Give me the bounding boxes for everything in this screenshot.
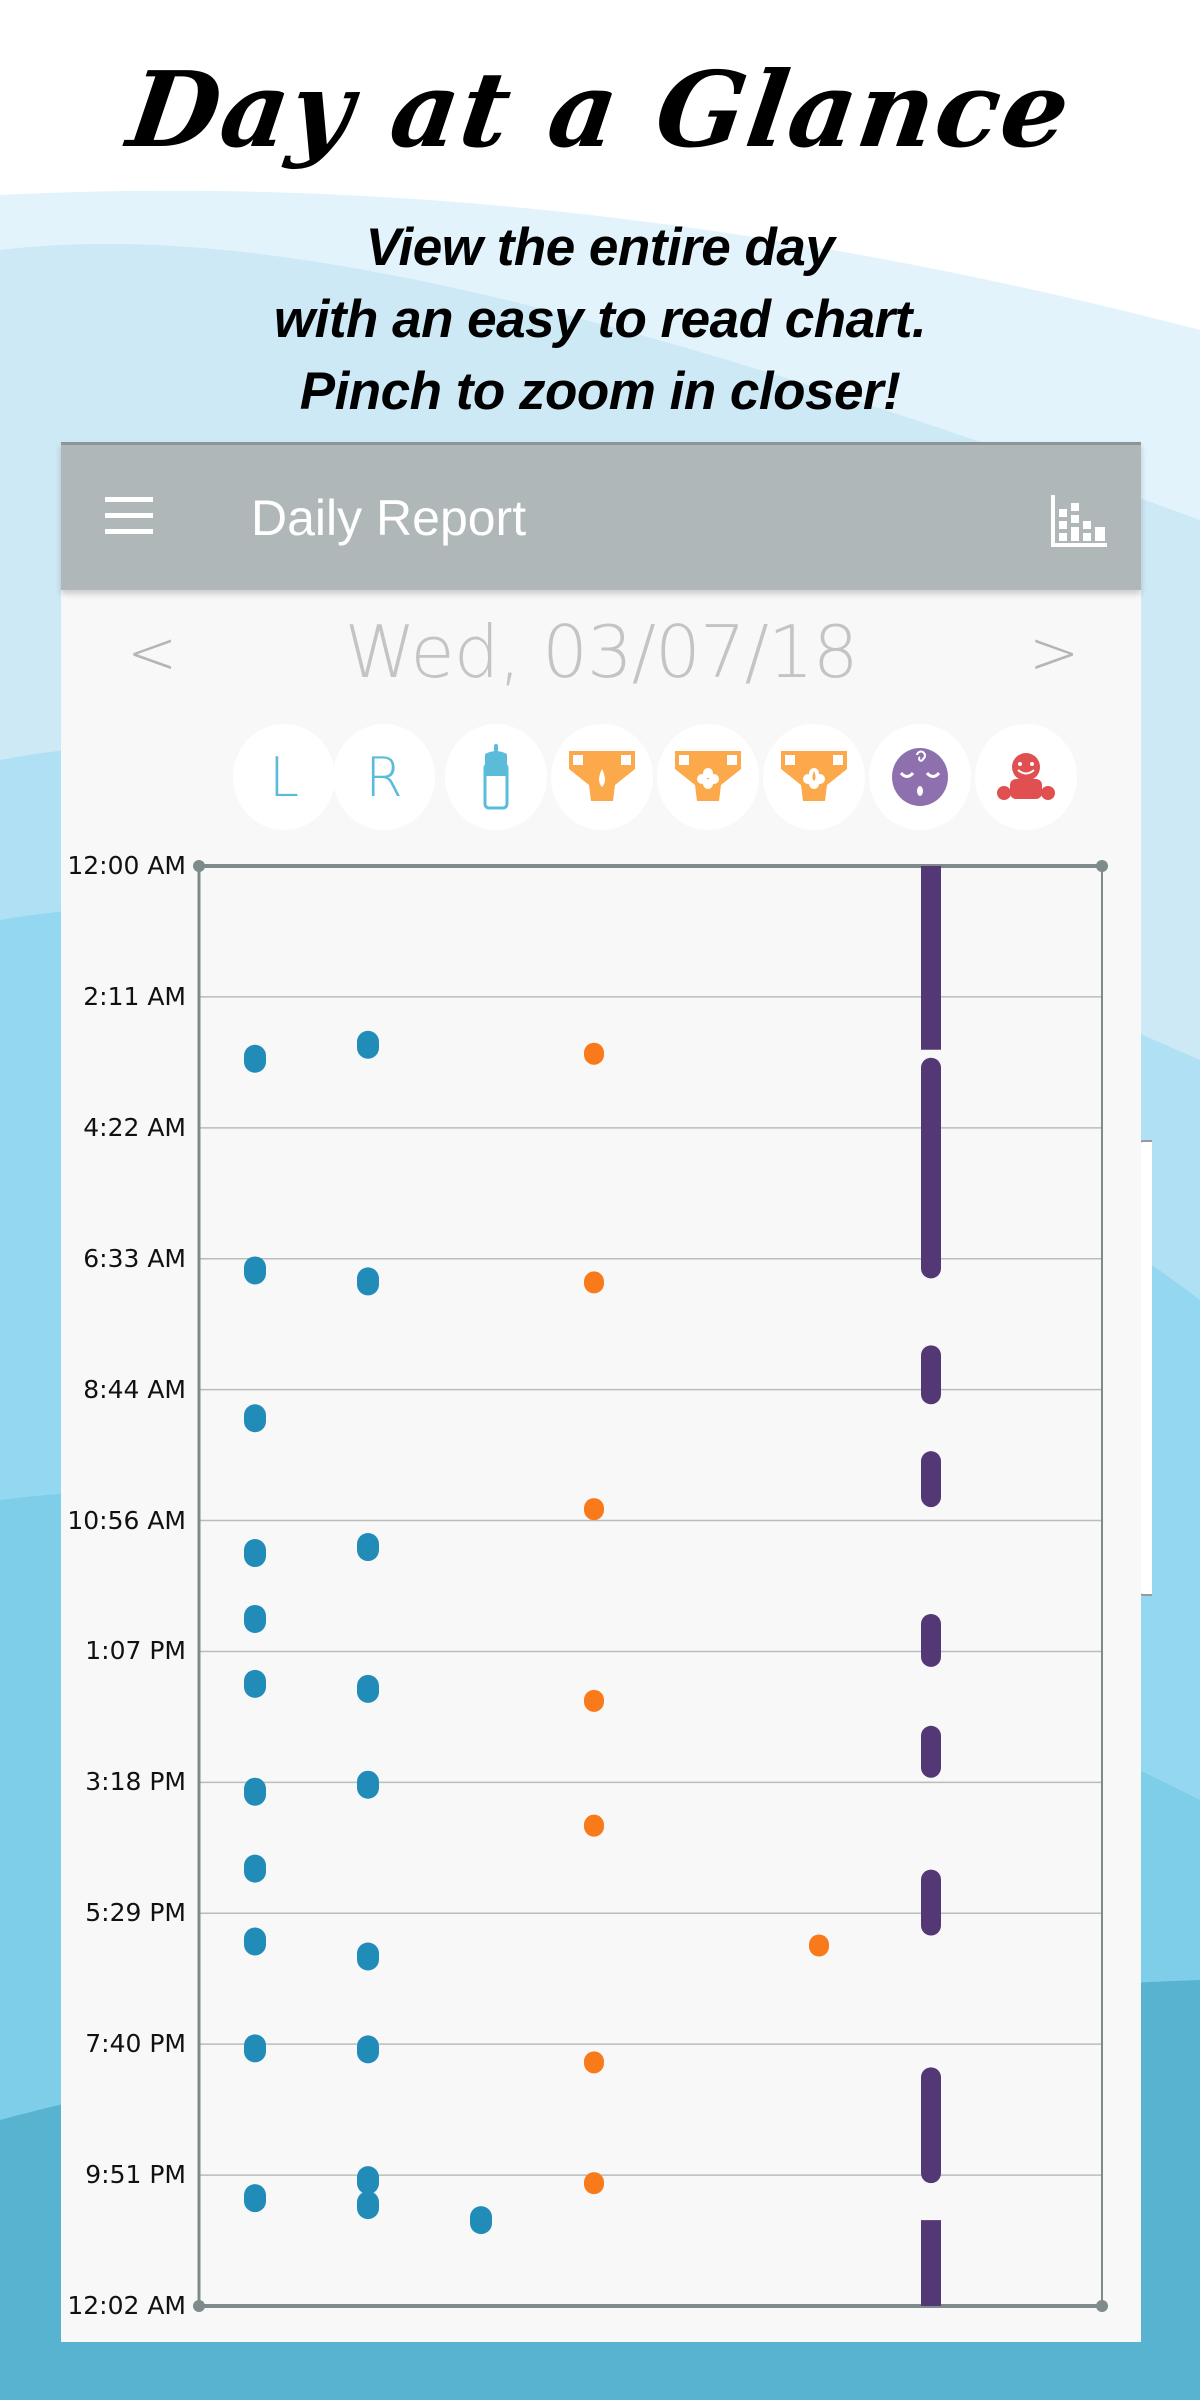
promo-subtitle-line: View the entire day <box>365 218 835 277</box>
promo-headline: Day at a Glance <box>121 48 1079 171</box>
promo-subtitle-line: Pinch to zoom in closer! <box>299 362 901 421</box>
diaper-wet-icon <box>569 751 635 801</box>
y-tick-label: 7:40 PM <box>85 2029 186 2059</box>
y-tick-label: 1:07 PM <box>85 1636 186 1666</box>
y-tick-label: 4:22 AM <box>83 1112 186 1142</box>
y-tick-label: 5:29 PM <box>85 1898 186 1928</box>
hamburger-menu-icon[interactable] <box>105 497 153 537</box>
filter-right-breast[interactable]: R <box>333 724 435 830</box>
y-tick-label: 9:51 PM <box>85 2160 186 2190</box>
next-day-button[interactable]: > <box>1029 618 1079 688</box>
app-screen: Daily Report < Wed, 03/07/18 > L R <box>61 442 1141 2342</box>
bar-chart-icon[interactable] <box>1051 495 1107 547</box>
letter-r-icon: R <box>365 745 403 809</box>
filter-activity[interactable] <box>975 724 1077 830</box>
y-tick-label: 10:56 AM <box>67 1505 186 1535</box>
y-tick-label: 3:18 PM <box>85 1767 186 1797</box>
baby-activity-icon <box>997 753 1055 800</box>
filter-wet-diaper[interactable] <box>551 724 653 830</box>
bottle-icon <box>483 744 509 810</box>
filter-left-breast[interactable]: L <box>233 724 335 830</box>
sleeping-baby-icon <box>892 748 948 806</box>
filter-sleep[interactable] <box>869 724 971 830</box>
y-tick-label: 8:44 AM <box>83 1374 186 1404</box>
date-navigator: < Wed, 03/07/18 > <box>61 610 1141 710</box>
app-title: Daily Report <box>251 490 527 546</box>
filter-dirty-diaper[interactable] <box>657 724 759 830</box>
app-bar: Daily Report <box>61 442 1141 590</box>
letter-l-icon: L <box>268 745 300 809</box>
promo-subtitle-line: with an easy to read chart. <box>273 290 927 349</box>
promo-subtitle: View the entire day with an easy to read… <box>0 212 1200 428</box>
y-tick-label: 12:00 AM <box>67 851 186 880</box>
y-tick-label: 6:33 AM <box>83 1243 186 1273</box>
filter-mixed-diaper[interactable] <box>763 724 865 830</box>
y-tick-label: 12:02 AM <box>67 2291 186 2320</box>
filter-bottle[interactable] <box>445 724 547 830</box>
diaper-dirty-icon <box>675 751 741 801</box>
category-filter-row: L R <box>233 724 1133 830</box>
current-date: Wed, 03/07/18 <box>344 610 858 694</box>
diaper-mixed-icon <box>781 751 847 801</box>
y-tick-label: 2:11 AM <box>83 981 186 1011</box>
